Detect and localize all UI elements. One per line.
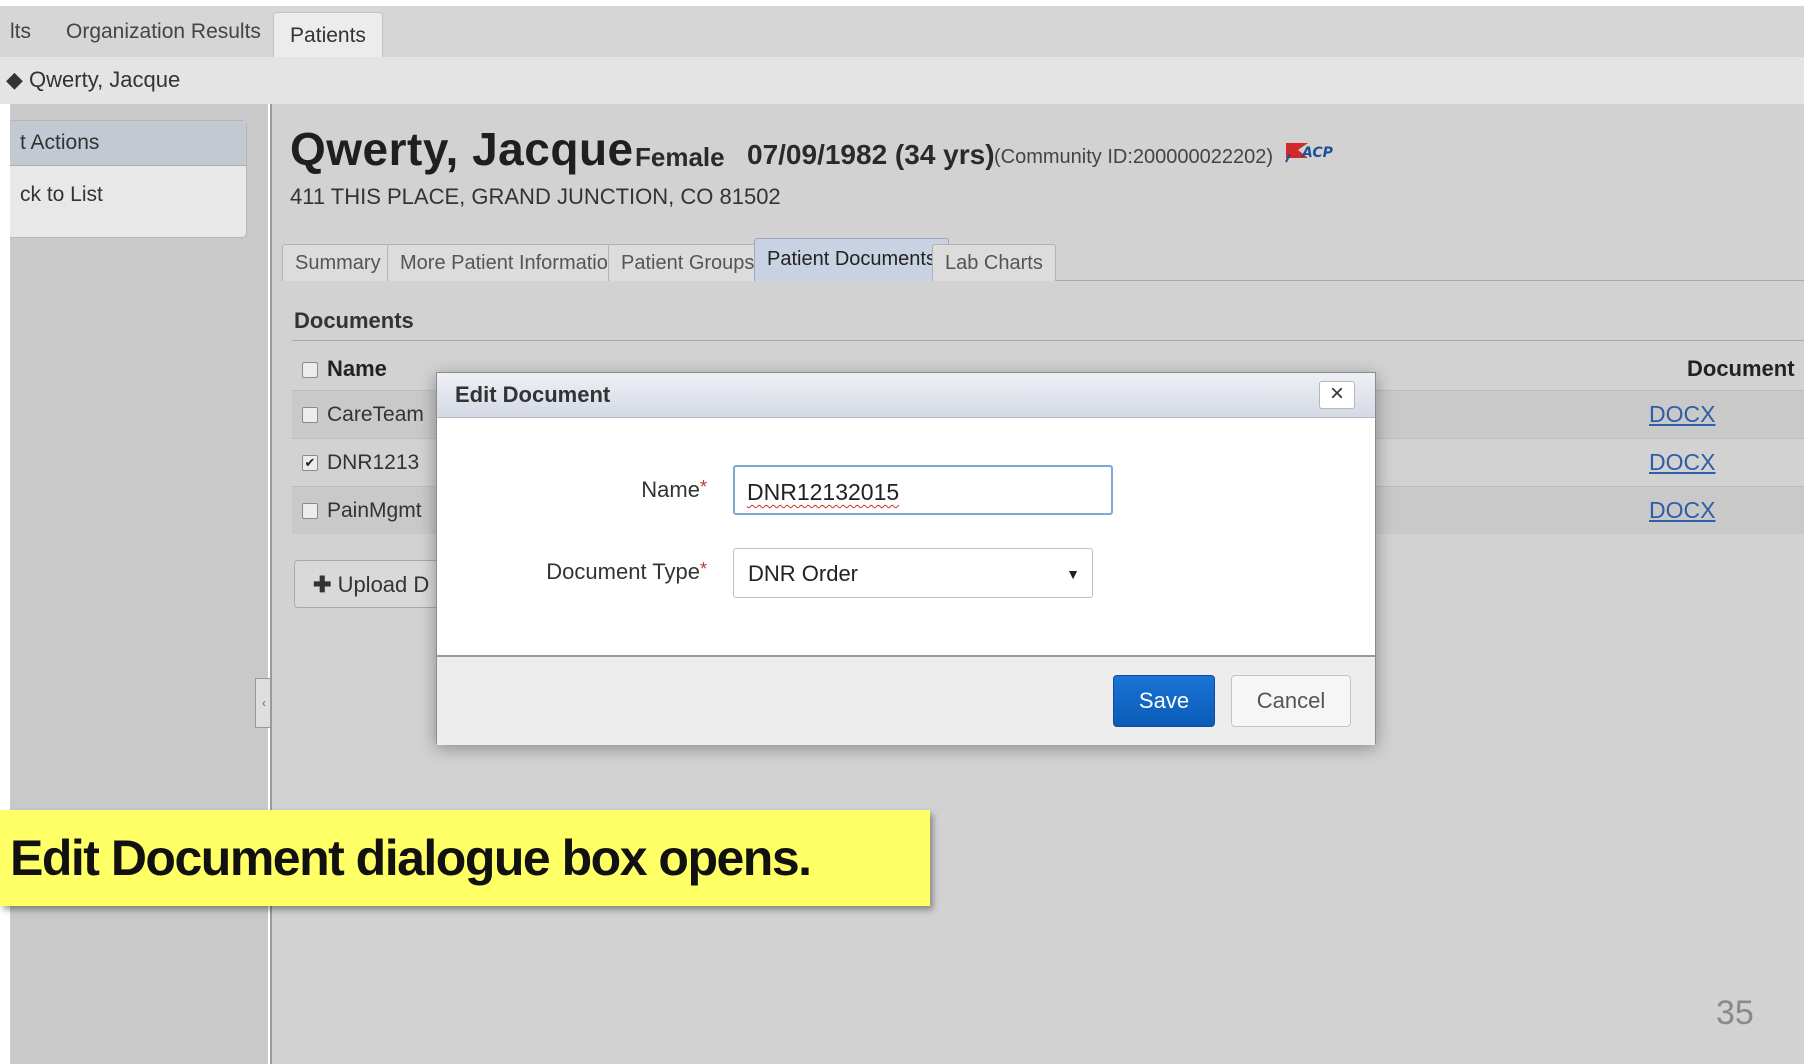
document-link[interactable]: DOCX: [1649, 487, 1715, 534]
top-tab-bar: lts Organization Results Patients: [0, 6, 1804, 60]
dialog-footer: Save Cancel: [437, 655, 1375, 745]
documents-title: Documents: [294, 308, 414, 333]
edit-document-dialog: Edit Document × Name* DNR12132015 Docume…: [436, 372, 1376, 745]
tab-patients[interactable]: Patients: [273, 12, 383, 60]
instruction-callout: Edit Document dialogue box opens.: [0, 810, 930, 906]
required-marker: *: [699, 477, 707, 497]
tab-lab-charts[interactable]: Lab Charts: [932, 244, 1056, 281]
required-marker: *: [699, 559, 707, 579]
tab-summary[interactable]: Summary: [282, 244, 394, 281]
tab-patient-groups[interactable]: Patient Groups: [608, 244, 768, 281]
document-type-label-text: Document Type: [546, 559, 700, 584]
tab-organization-results[interactable]: Organization Results: [66, 6, 261, 57]
slide-page-number: 35: [1716, 994, 1754, 1032]
plus-icon: ✚: [313, 572, 332, 597]
row-checkbox[interactable]: [302, 503, 318, 519]
left-panel: t Actions ck to List: [10, 104, 268, 1064]
row-checkbox-checked[interactable]: ✔: [302, 455, 318, 471]
tab-patient-documents[interactable]: Patient Documents: [754, 238, 949, 281]
actions-label: t Actions: [20, 131, 100, 154]
divider: [292, 340, 1804, 341]
tab-results[interactable]: lts: [10, 6, 31, 57]
document-name: DNR1213: [327, 451, 420, 474]
document-type-value: DNR Order: [748, 561, 859, 586]
save-button[interactable]: Save: [1113, 675, 1215, 727]
actions-header[interactable]: t Actions: [10, 121, 246, 166]
select-all-checkbox[interactable]: [302, 362, 318, 378]
actions-box: t Actions ck to List: [10, 120, 247, 238]
tab-more-patient-information[interactable]: More Patient Information: [387, 244, 632, 281]
document-type-label: Document Type*: [447, 559, 707, 585]
document-link[interactable]: DOCX: [1649, 391, 1715, 438]
patient-address: 411 THIS PLACE, GRAND JUNCTION, CO 81502: [290, 184, 781, 209]
cancel-button[interactable]: Cancel: [1231, 675, 1351, 727]
document-name: PainMgmt: [327, 499, 422, 522]
breadcrumb-patient[interactable]: ◆ Qwerty, Jacque: [6, 57, 180, 103]
name-input[interactable]: DNR12132015: [733, 465, 1113, 515]
patient-dob: 07/09/1982 (34 yrs): [747, 139, 995, 170]
name-label: Name*: [447, 477, 707, 503]
screen: lts Organization Results Patients ◆ Qwer…: [0, 0, 1804, 1064]
patient-gender: Female: [635, 142, 725, 172]
document-type-select[interactable]: DNR Order ▼: [733, 548, 1093, 598]
dialog-title: Edit Document: [455, 382, 611, 407]
close-icon[interactable]: ×: [1319, 381, 1355, 409]
acp-logo-icon: ACP: [1285, 143, 1334, 163]
name-label-text: Name: [641, 477, 700, 502]
document-link[interactable]: DOCX: [1649, 439, 1715, 486]
back-to-list-link[interactable]: ck to List: [20, 183, 103, 207]
upload-label: Upload D: [337, 572, 430, 597]
document-name: CareTeam: [327, 403, 424, 426]
name-input-value: DNR12132015: [747, 479, 900, 505]
patient-community-id: (Community ID:200000022202): [994, 146, 1274, 168]
patient-tabs: Summary More Patient Information Patient…: [282, 236, 1804, 281]
callout-text: Edit Document dialogue box opens.: [10, 830, 812, 886]
column-document[interactable]: Document: [1687, 348, 1795, 390]
caret-down-icon: ▼: [1066, 566, 1080, 582]
dialog-header: Edit Document ×: [437, 373, 1375, 418]
patient-name: Qwerty, Jacque: [290, 123, 634, 175]
column-name[interactable]: Name: [327, 348, 387, 390]
svg-text:ACP: ACP: [1301, 145, 1334, 161]
row-checkbox[interactable]: [302, 407, 318, 423]
breadcrumb: ◆ Qwerty, Jacque: [0, 57, 1804, 104]
